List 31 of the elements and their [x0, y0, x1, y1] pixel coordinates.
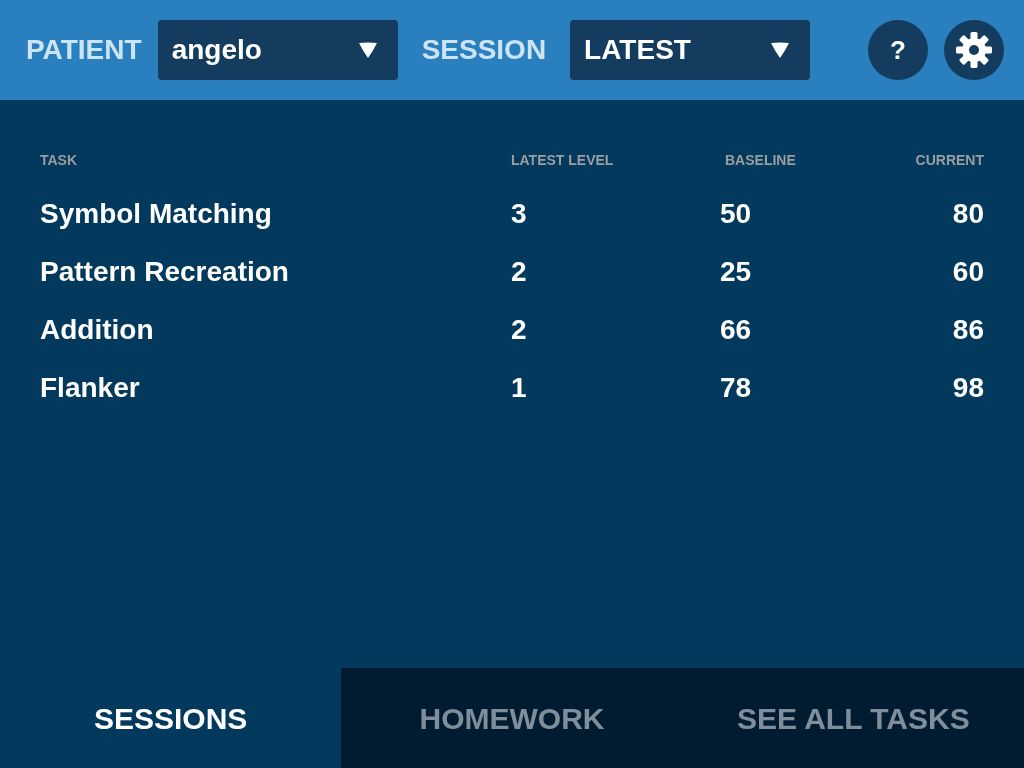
- table-cell-text: 3: [511, 198, 528, 230]
- patient-dropdown[interactable]: angelo: [157, 20, 398, 80]
- task-name: Pattern Recreation: [40, 256, 290, 288]
- session-dropdown[interactable]: LATEST: [570, 20, 811, 80]
- table-cell-text: 50: [720, 198, 753, 230]
- column-header: LATEST LEVEL: [511, 151, 615, 170]
- table-cell-text: 25: [720, 256, 753, 288]
- table-cell: 98: [952, 372, 984, 404]
- task-name: Addition: [40, 314, 155, 346]
- settings-button[interactable]: [944, 20, 1004, 80]
- table-cell-text: 66: [720, 314, 753, 346]
- session-label: SESSION: [421, 36, 547, 64]
- caret-icon: [770, 41, 791, 59]
- task-name: Flanker: [40, 372, 141, 404]
- nav-tab[interactable]: HOMEWORK: [341, 668, 683, 768]
- patient-label: PATIENT: [26, 36, 142, 64]
- table-cell: 60: [952, 256, 984, 288]
- help-button[interactable]: ?: [868, 20, 928, 80]
- table-cell: 86: [952, 314, 984, 346]
- table-cell-text: 2: [511, 256, 528, 288]
- table-cell-text: 2: [511, 314, 528, 346]
- task-name: Symbol Matching: [40, 198, 273, 230]
- table-cell-text: 78: [720, 372, 753, 404]
- caret-icon: [357, 41, 378, 59]
- column-header: CURRENT: [915, 151, 984, 170]
- table-cell-text: 1: [511, 372, 528, 404]
- column-header: BASELINE: [724, 151, 797, 170]
- column-header: TASK: [40, 151, 79, 170]
- table-cell: 80: [952, 198, 984, 230]
- nav-tab[interactable]: SEE ALL TASKS: [682, 668, 1024, 768]
- settings-icon: [956, 32, 992, 68]
